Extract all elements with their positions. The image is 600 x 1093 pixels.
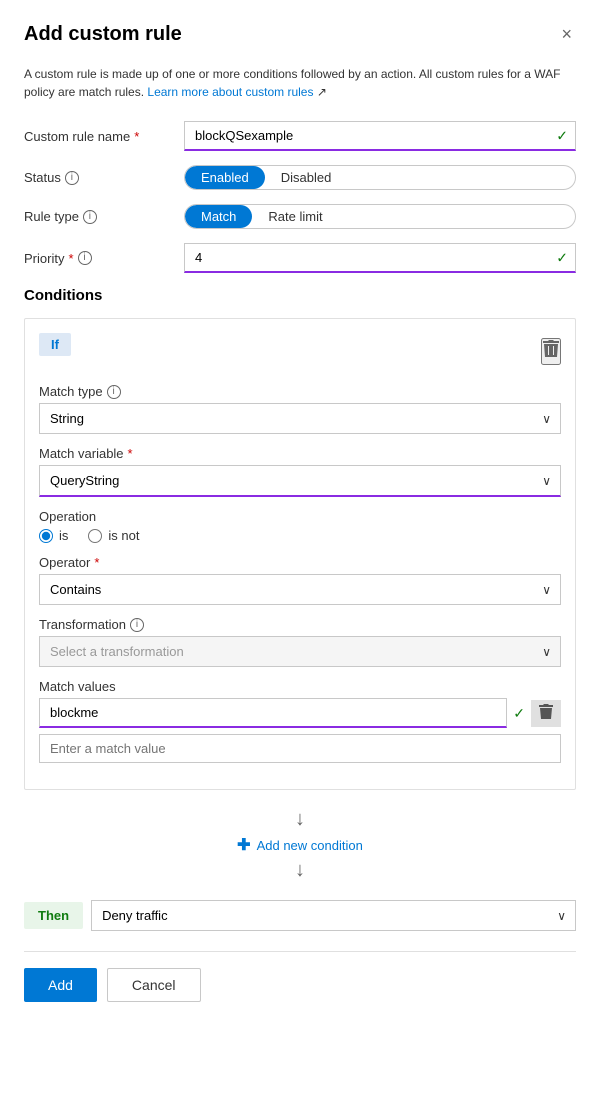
match-variable-dropdown-wrapper: QueryString ∨ — [39, 465, 561, 497]
custom-rule-name-field: ✓ — [184, 121, 576, 151]
operator-dropdown-wrapper: Contains ∨ — [39, 574, 561, 605]
description-text: A custom rule is made up of one or more … — [24, 65, 576, 101]
operation-is-not-option[interactable]: is not — [88, 528, 139, 543]
status-enabled-button[interactable]: Enabled — [185, 166, 265, 189]
priority-label: Priority * i — [24, 251, 184, 266]
operation-is-not-radio[interactable] — [88, 529, 102, 543]
rule-type-match-button[interactable]: Match — [185, 205, 252, 228]
plus-icon: ✚ — [237, 835, 250, 855]
add-button[interactable]: Add — [24, 968, 97, 1002]
footer-divider — [24, 951, 576, 952]
rule-type-info-icon[interactable]: i — [83, 210, 97, 224]
rule-type-rate-limit-button[interactable]: Rate limit — [252, 205, 338, 228]
match-value-input-1[interactable] — [39, 698, 507, 728]
operation-label: Operation — [39, 509, 561, 524]
status-info-icon[interactable]: i — [65, 171, 79, 185]
conditions-box: If Match type i String ∨ Match — [24, 318, 576, 790]
external-link-icon: ↗ — [317, 85, 327, 99]
status-label: Status i — [24, 170, 184, 185]
match-variable-required: * — [128, 446, 133, 461]
add-condition-arrow-container: ↓ — [295, 808, 305, 831]
match-values-label: Match values — [39, 679, 561, 694]
delete-condition-button[interactable] — [541, 338, 561, 365]
required-indicator: * — [134, 129, 139, 144]
status-disabled-button[interactable]: Disabled — [265, 166, 348, 189]
learn-more-link[interactable]: Learn more about custom rules — [147, 85, 313, 99]
match-variable-label: Match variable * — [39, 446, 561, 461]
operation-is-not-label: is not — [108, 528, 139, 543]
match-variable-dropdown[interactable]: QueryString — [39, 465, 561, 497]
status-toggle: Enabled Disabled — [184, 165, 576, 190]
transformation-info-icon[interactable]: i — [130, 618, 144, 632]
match-value-row-1: ✓ — [39, 698, 561, 728]
then-row: Then Deny traffic ∨ — [24, 900, 576, 931]
transformation-dropdown-wrapper: Select a transformation ∨ — [39, 636, 561, 667]
custom-rule-name-row: Custom rule name * ✓ — [24, 121, 576, 151]
match-values-group: Match values ✓ — [39, 679, 561, 763]
match-value-row-2 — [39, 734, 561, 763]
operator-dropdown[interactable]: Contains — [39, 574, 561, 605]
priority-field: ✓ — [184, 243, 576, 273]
status-row: Status i Enabled Disabled — [24, 165, 576, 190]
operator-label: Operator * — [39, 555, 561, 570]
add-custom-rule-dialog: Add custom rule × A custom rule is made … — [0, 0, 600, 1022]
then-badge: Then — [24, 902, 83, 929]
match-type-label: Match type i — [39, 384, 561, 399]
operation-group: Operation is is not — [39, 509, 561, 543]
priority-row: Priority * i ✓ — [24, 243, 576, 273]
add-condition-bottom-arrow: ↓ — [295, 859, 305, 882]
match-type-group: Match type i String ∨ — [39, 384, 561, 434]
down-arrow-icon: ↓ — [295, 808, 305, 831]
dialog-header: Add custom rule × — [24, 20, 576, 49]
rule-type-row: Rule type i Match Rate limit — [24, 204, 576, 229]
match-variable-group: Match variable * QueryString ∨ — [39, 446, 561, 497]
rule-type-toggle-group: Match Rate limit — [184, 204, 576, 229]
delete-match-value-button[interactable] — [531, 700, 561, 727]
then-action-dropdown[interactable]: Deny traffic — [91, 900, 576, 931]
operation-is-radio[interactable] — [39, 529, 53, 543]
match-value-input-2[interactable] — [39, 734, 561, 763]
cancel-button[interactable]: Cancel — [107, 968, 201, 1002]
operation-radio-group: is is not — [39, 528, 561, 543]
if-header: If — [39, 333, 561, 370]
priority-required-indicator: * — [68, 251, 73, 266]
custom-rule-name-label: Custom rule name * — [24, 129, 184, 144]
match-type-dropdown-wrapper: String ∨ — [39, 403, 561, 434]
custom-rule-name-input[interactable] — [184, 121, 576, 151]
match-type-dropdown[interactable]: String — [39, 403, 561, 434]
operator-required: * — [94, 555, 99, 570]
status-toggle-group: Enabled Disabled — [184, 165, 576, 190]
dialog-title: Add custom rule — [24, 23, 182, 46]
add-new-condition-button[interactable]: ✚ Add new condition — [237, 835, 363, 855]
operation-is-label: is — [59, 528, 68, 543]
transformation-label: Transformation i — [39, 617, 561, 632]
match-type-info-icon[interactable]: i — [107, 385, 121, 399]
footer-buttons: Add Cancel — [24, 968, 576, 1002]
rule-type-label: Rule type i — [24, 209, 184, 224]
transformation-group: Transformation i Select a transformation… — [39, 617, 561, 667]
priority-info-icon[interactable]: i — [78, 251, 92, 265]
rule-type-toggle: Match Rate limit — [184, 204, 576, 229]
add-condition-section: ↓ ✚ Add new condition ↓ — [24, 804, 576, 886]
if-badge: If — [39, 333, 71, 356]
transformation-dropdown[interactable]: Select a transformation — [39, 636, 561, 667]
conditions-section-title: Conditions — [24, 287, 576, 304]
operator-group: Operator * Contains ∨ — [39, 555, 561, 605]
down-arrow-icon-2: ↓ — [295, 859, 305, 882]
match-value-check-icon: ✓ — [513, 705, 525, 722]
validation-check-icon: ✓ — [556, 128, 568, 145]
priority-check-icon: ✓ — [556, 250, 568, 267]
then-dropdown-wrapper: Deny traffic ∨ — [91, 900, 576, 931]
close-button[interactable]: × — [557, 20, 576, 49]
operation-is-option[interactable]: is — [39, 528, 68, 543]
priority-input[interactable] — [184, 243, 576, 273]
